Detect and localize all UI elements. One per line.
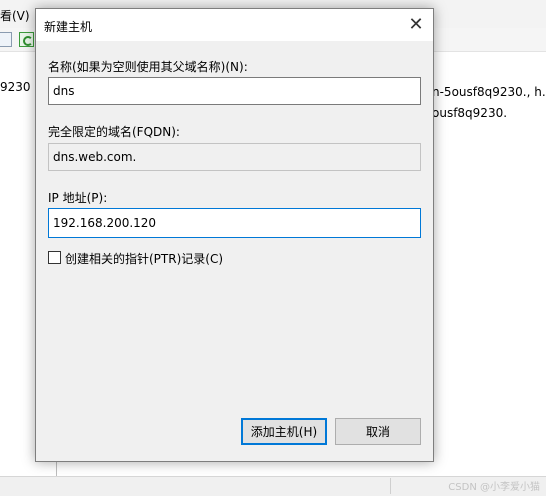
ptr-checkbox-label[interactable]: 创建相关的指针(PTR)记录(C) (65, 250, 223, 267)
cancel-button[interactable]: 取消 (335, 418, 421, 445)
document-icon[interactable] (0, 32, 12, 47)
status-bar-separator (390, 478, 391, 494)
fqdn-field (48, 143, 421, 171)
watermark: CSDN @小李爱小猫 (448, 482, 540, 493)
close-icon[interactable]: ✕ (399, 9, 433, 41)
ip-address-label: IP 地址(P): (48, 191, 108, 205)
background-list-item: 9230 (0, 80, 31, 94)
new-host-dialog: 新建主机 ✕ 名称(如果为空则使用其父域名称)(N): 完全限定的域名(FQDN… (35, 8, 434, 462)
menu-view[interactable]: 看(V) (0, 7, 30, 24)
dialog-title: 新建主机 (44, 20, 93, 34)
add-host-button[interactable]: 添加主机(H) (241, 418, 327, 445)
dialog-titlebar: 新建主机 ✕ (36, 9, 433, 41)
name-input[interactable] (48, 77, 421, 105)
refresh-icon[interactable] (19, 32, 34, 47)
ip-address-input[interactable] (48, 208, 421, 238)
name-label: 名称(如果为空则使用其父域名称)(N): (48, 60, 248, 74)
background-record-row: ousf8q9230. (432, 106, 508, 120)
ptr-checkbox[interactable] (48, 251, 61, 264)
fqdn-label: 完全限定的域名(FQDN): (48, 125, 180, 139)
background-record-row: n-5ousf8q9230., h... (432, 85, 546, 99)
